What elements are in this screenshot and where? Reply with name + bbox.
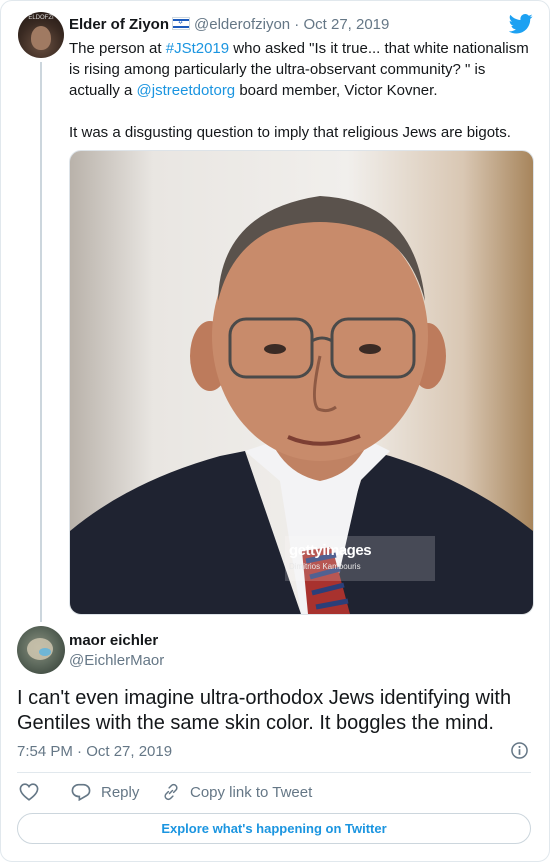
link-icon [164,783,178,801]
elder-of-ziyon-avatar[interactable]: ELDOFZI [18,12,64,58]
reply-label: Reply [101,783,140,801]
explore-twitter-button[interactable]: Explore what's happening on Twitter [17,813,531,844]
reply-icon [71,783,91,801]
display-name[interactable]: maor eichler [69,632,158,649]
quoted-tweet-paragraph-2: It was a disgusting question to imply th… [69,124,511,141]
reply-button[interactable]: Reply [71,783,139,801]
thread-connector-line [40,62,42,622]
maor-eichler-avatar[interactable] [17,626,65,674]
info-icon[interactable] [511,742,528,759]
quoted-display-name[interactable]: Elder of Ziyon [69,16,169,33]
handle[interactable]: @EichlerMaor [69,652,164,669]
hashtag-link[interactable]: #JSt2019 [166,40,229,57]
twitter-bird-icon[interactable] [509,14,533,34]
copy-link-button[interactable]: Copy link to Tweet [162,783,312,801]
quoted-tweet-header: Elder of Ziyon ✡ @elderofziyon · Oct 27, 2… [69,16,389,33]
tweet-text: I can't even imagine ultra-orthodox Jews… [17,687,512,734]
tweet-timestamp[interactable]: 7:54 PM · Oct 27, 2019 [17,743,172,760]
israel-flag-icon: ✡ [172,17,191,30]
divider [17,772,531,773]
tweet-actions: Reply Copy link to Tweet [17,783,537,805]
avatar-text: ELDOFZI [28,15,54,21]
quoted-handle[interactable]: @elderofziyon [194,16,290,33]
mention-link[interactable]: @jstreetdotorg [137,82,236,99]
like-button[interactable] [19,783,49,801]
getty-watermark-credit: Dimitrios Kambouris [289,562,361,571]
dot-separator: · [294,16,300,33]
quoted-date[interactable]: Oct 27, 2019 [303,16,389,33]
heart-icon [19,783,39,801]
getty-watermark: gettyimages [289,542,372,559]
copy-link-label: Copy link to Tweet [190,783,313,801]
quoted-tweet-text: The person at #JSt2019 who asked "Is it … [69,38,535,143]
